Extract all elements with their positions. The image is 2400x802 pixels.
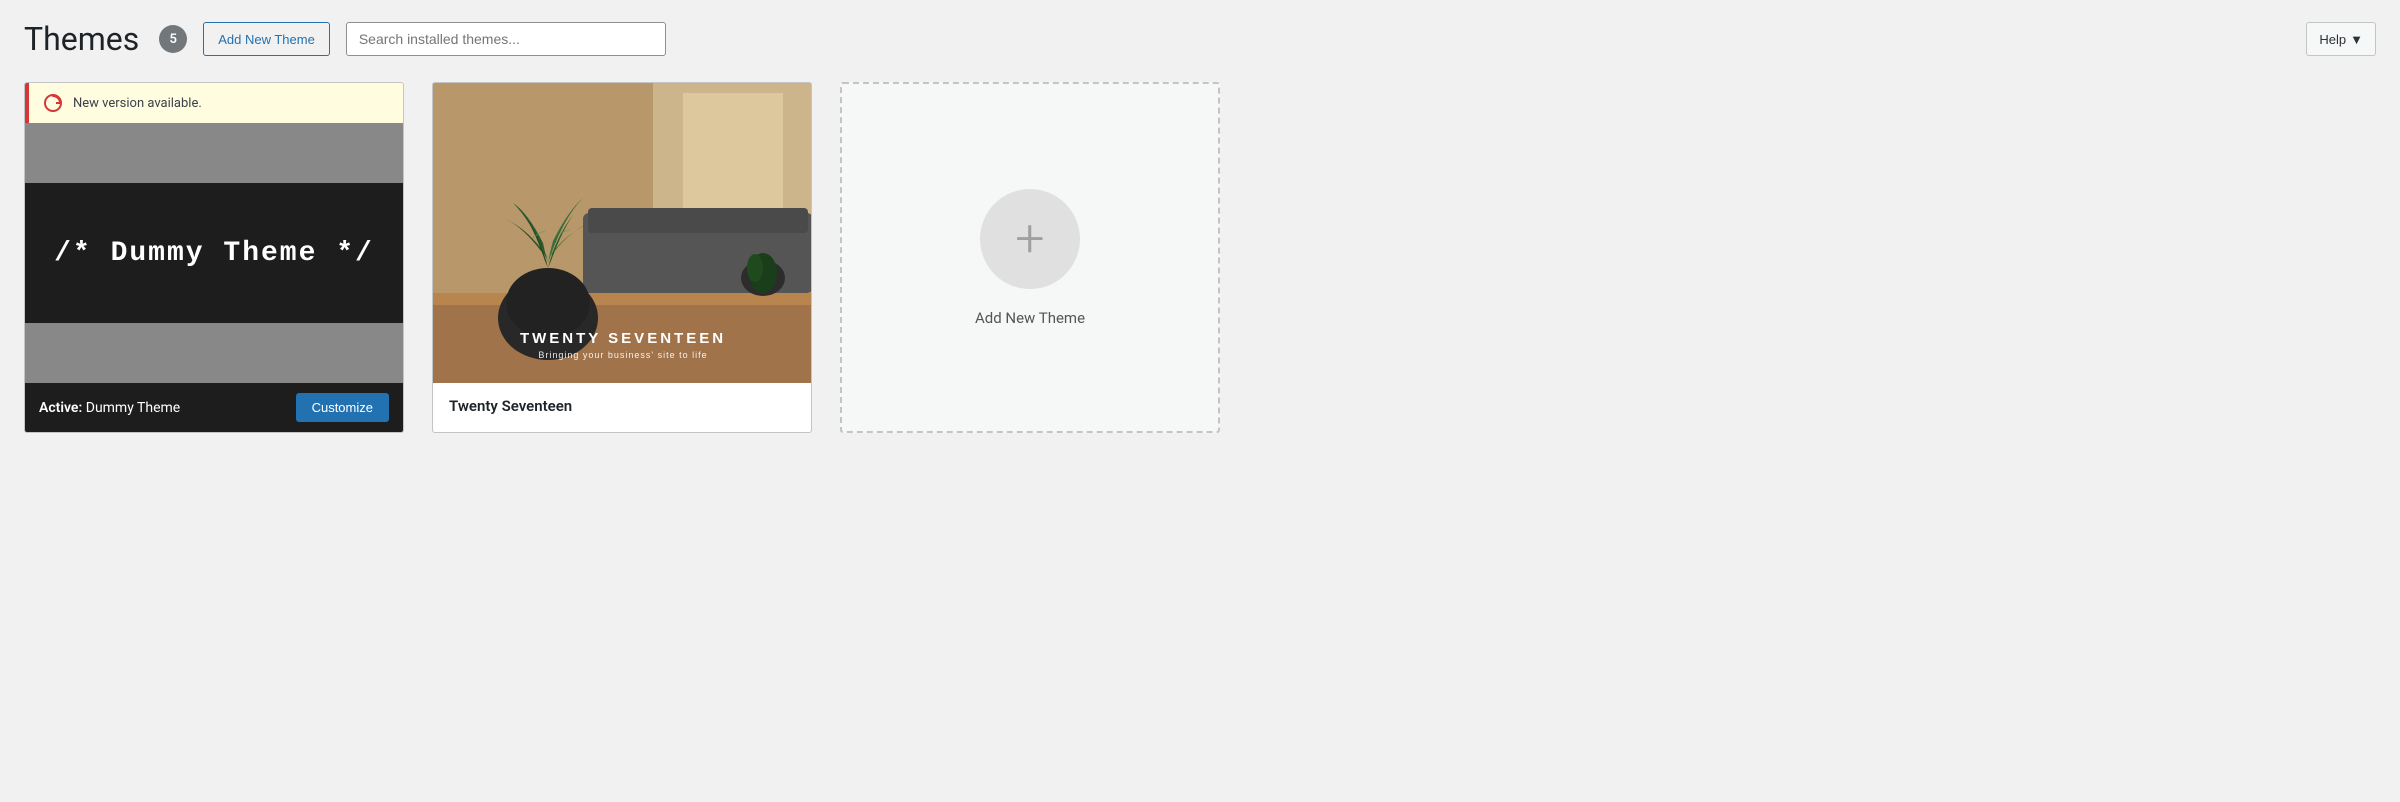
svg-text:TWENTY SEVENTEEN: TWENTY SEVENTEEN	[520, 330, 726, 347]
theme-card-dummy[interactable]: New version available. /* Dummy Theme */…	[24, 82, 404, 433]
search-input[interactable]	[346, 22, 666, 56]
svg-text:Bringing your business' site t: Bringing your business' site to life	[538, 350, 707, 360]
dummy-theme-bottom	[25, 323, 403, 383]
help-label: Help	[2319, 32, 2346, 47]
update-notice-text: New version available.	[73, 96, 202, 111]
page-header: Themes 5 Add New Theme Help ▼	[24, 20, 2376, 58]
help-button[interactable]: Help ▼	[2306, 22, 2376, 56]
dummy-theme-active-label: Active: Dummy Theme	[39, 400, 180, 416]
page-title: Themes	[24, 20, 139, 58]
theme-count-badge: 5	[159, 25, 187, 53]
dummy-theme-screenshot: /* Dummy Theme */	[25, 123, 403, 383]
dummy-theme-middle: /* Dummy Theme */	[25, 183, 403, 323]
help-chevron-icon: ▼	[2350, 32, 2363, 47]
add-new-plus-circle: +	[980, 189, 1080, 289]
twenty-seventeen-name: Twenty Seventeen	[449, 397, 572, 415]
dummy-theme-top	[25, 123, 403, 183]
add-new-theme-card[interactable]: + Add New Theme	[840, 82, 1220, 433]
add-new-theme-button[interactable]: Add New Theme	[203, 22, 330, 56]
page-wrapper: Themes 5 Add New Theme Help ▼ New versio…	[0, 0, 2400, 802]
update-notice: New version available.	[25, 83, 403, 123]
twenty-seventeen-screenshot: TWENTY SEVENTEEN Bringing your business'…	[433, 83, 811, 383]
active-theme-name: Dummy Theme	[86, 400, 180, 416]
plus-icon: +	[1015, 213, 1044, 265]
customize-button[interactable]: Customize	[296, 393, 389, 422]
dummy-theme-code: /* Dummy Theme */	[54, 238, 374, 269]
add-new-card-label: Add New Theme	[975, 309, 1085, 327]
active-bold: Active:	[39, 400, 82, 416]
theme-card-twenty-seventeen[interactable]: TWENTY SEVENTEEN Bringing your business'…	[432, 82, 812, 433]
twenty-seventeen-footer: Twenty Seventeen	[433, 383, 811, 429]
themes-grid: New version available. /* Dummy Theme */…	[24, 82, 2376, 433]
dummy-theme-footer: Active: Dummy Theme Customize	[25, 383, 403, 432]
twenty-seventeen-svg: TWENTY SEVENTEEN Bringing your business'…	[433, 83, 811, 383]
update-icon	[43, 93, 63, 113]
